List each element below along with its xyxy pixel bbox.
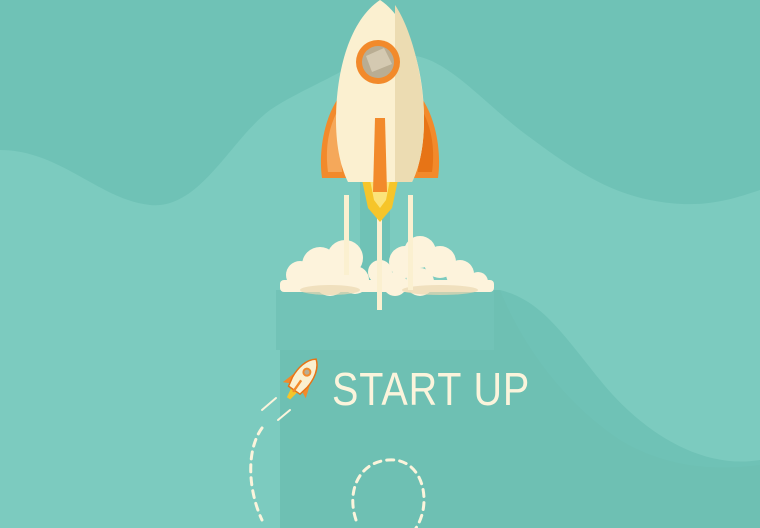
startup-headline: START UP xyxy=(332,363,531,415)
launch-platform xyxy=(276,290,494,350)
background-scene xyxy=(0,0,760,528)
startup-illustration: START UP xyxy=(0,0,760,528)
